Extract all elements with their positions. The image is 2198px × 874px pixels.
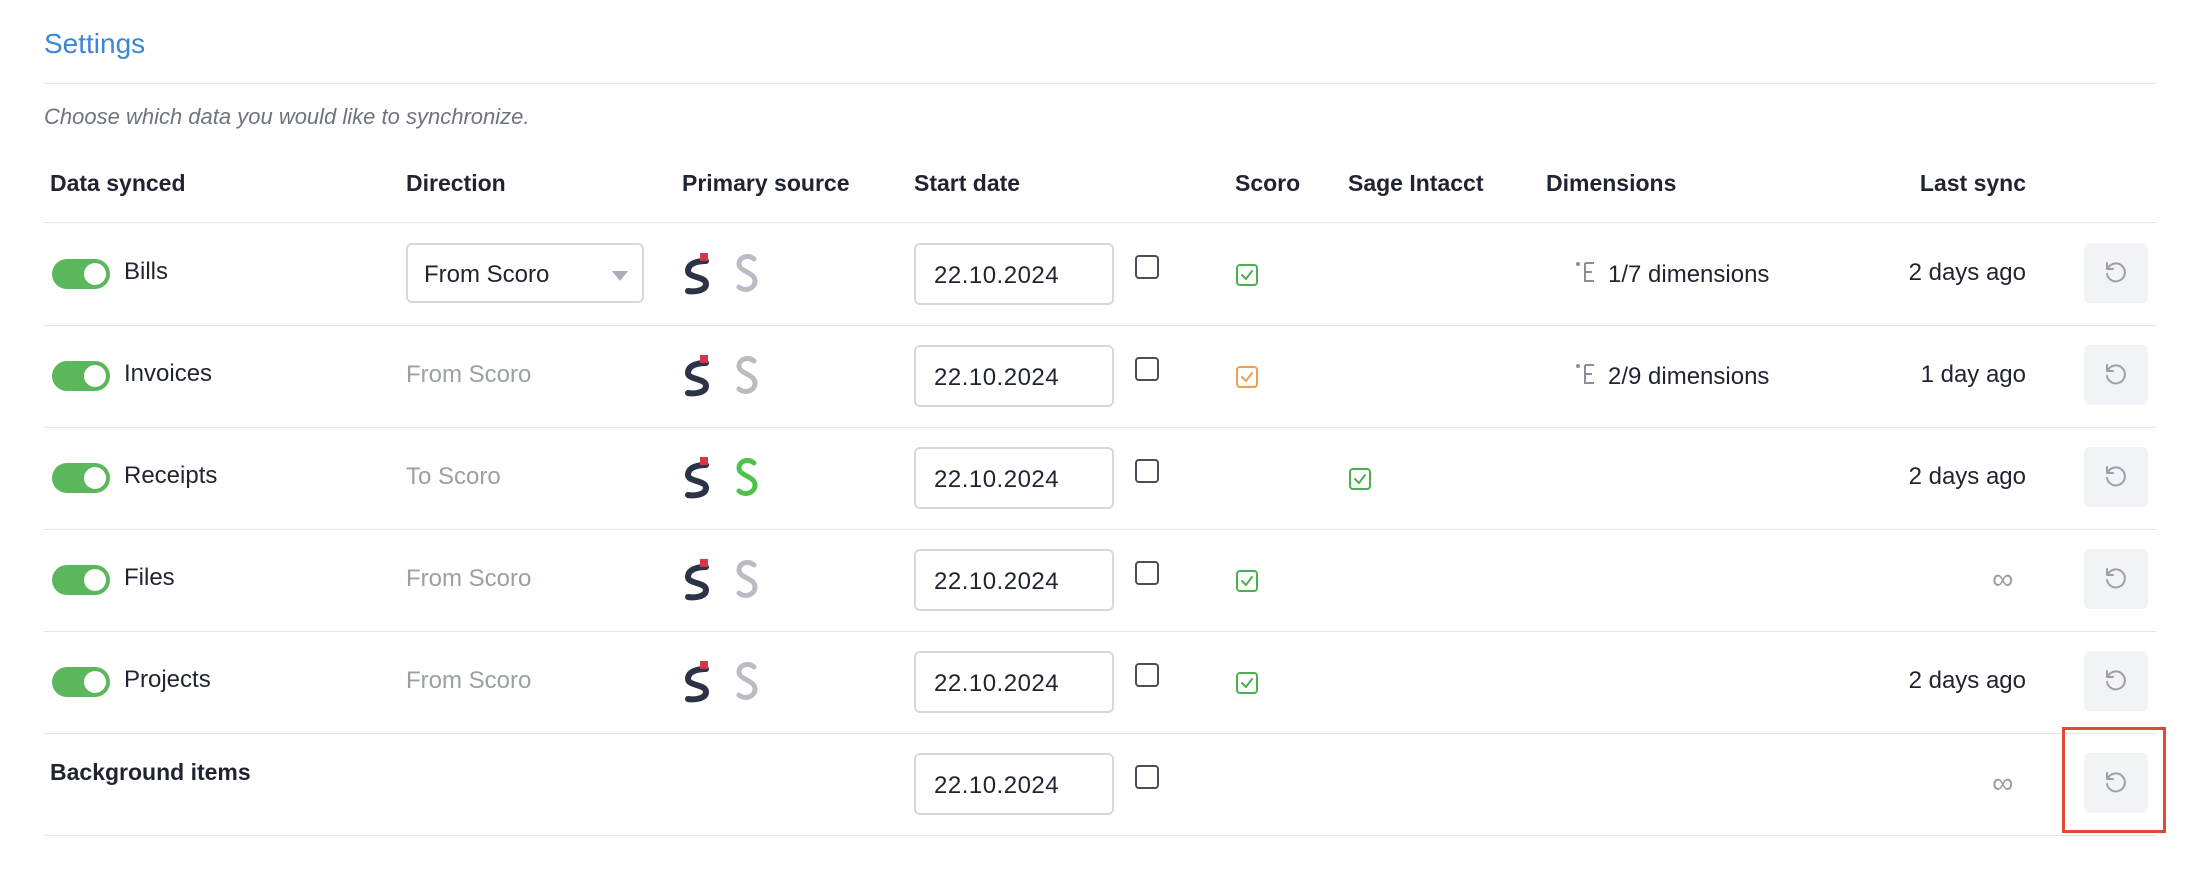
start-date-input[interactable]: 22.10.2024 — [914, 753, 1114, 815]
chevron-down-icon — [612, 271, 628, 281]
start-date-value: 22.10.2024 — [934, 670, 1060, 697]
refresh-icon — [2106, 568, 2126, 589]
start-date-input[interactable]: 22.10.2024 — [914, 345, 1114, 407]
highlight-box — [2062, 727, 2166, 833]
start-date-input[interactable]: 22.10.2024 — [914, 243, 1114, 305]
page-subtitle: Choose which data you would like to sync… — [44, 104, 530, 129]
start-date-value: 22.10.2024 — [934, 568, 1060, 595]
col-dimensions: Dimensions — [1546, 170, 1677, 196]
sync-toggle[interactable] — [52, 361, 110, 391]
sage-logo-icon[interactable] — [734, 251, 760, 295]
resync-button[interactable] — [2084, 243, 2148, 303]
scoro-logo-icon[interactable] — [682, 353, 712, 397]
table-row: Bills From Scoro 22.10.2024 1/7 dimensions 2… — [44, 223, 2156, 326]
scoro-checkbox[interactable] — [1235, 671, 1259, 695]
scoro-logo-icon[interactable] — [682, 659, 712, 703]
table-row: Files From Scoro 22.10.2024 ∞ — [44, 529, 2156, 632]
scoro-checkbox[interactable] — [1235, 365, 1259, 389]
direction-text: To Scoro — [406, 463, 501, 490]
col-direction: Direction — [406, 170, 506, 196]
direction-text: From Scoro — [406, 667, 532, 694]
refresh-icon — [2106, 466, 2126, 487]
data-type-label: Files — [124, 564, 175, 591]
start-date-checkbox[interactable] — [1135, 663, 1159, 687]
last-sync-infinity: ∞ — [1992, 563, 2014, 596]
scoro-checkbox[interactable] — [1235, 263, 1259, 287]
table-row: Receipts To Scoro 22.10.2024 2 days ago — [44, 427, 2156, 530]
last-sync-value: 2 days ago — [1908, 667, 2026, 694]
dimensions-count: 2/9 dimensions — [1608, 363, 1770, 390]
start-date-value: 22.10.2024 — [934, 772, 1060, 799]
data-type-label: Receipts — [124, 462, 218, 489]
data-type-label: Bills — [124, 258, 169, 285]
resync-button[interactable] — [2084, 447, 2148, 507]
background-items-label: Background items — [50, 759, 251, 785]
dimensions-link[interactable]: 2/9 dimensions — [1574, 361, 1769, 391]
table-row: Invoices From Scoro 22.10.2024 2/9 dimensio… — [44, 325, 2156, 428]
start-date-input[interactable]: 22.10.2024 — [914, 447, 1114, 509]
last-sync-value: 2 days ago — [1908, 463, 2026, 490]
sync-toggle[interactable] — [52, 259, 110, 289]
sage-logo-icon[interactable] — [734, 557, 760, 601]
page-title: Settings — [44, 28, 146, 59]
dimensions-icon — [1576, 262, 1594, 282]
start-date-checkbox[interactable] — [1135, 765, 1159, 789]
table-header: Data synced Direction Primary source Sta… — [44, 170, 2156, 224]
sync-toggle[interactable] — [52, 667, 110, 697]
sage-logo-icon[interactable] — [734, 353, 760, 397]
refresh-icon — [2106, 262, 2126, 283]
start-date-value: 22.10.2024 — [934, 262, 1060, 289]
start-date-checkbox[interactable] — [1135, 255, 1159, 279]
dimensions-link[interactable]: 1/7 dimensions — [1574, 259, 1769, 289]
start-date-input[interactable]: 22.10.2024 — [914, 651, 1114, 713]
direction-value: From Scoro — [424, 261, 550, 288]
start-date-checkbox[interactable] — [1135, 357, 1159, 381]
resync-button[interactable] — [2084, 345, 2148, 405]
sync-toggle[interactable] — [52, 463, 110, 493]
sage-logo-icon[interactable] — [734, 659, 760, 703]
data-type-label: Projects — [124, 666, 211, 693]
col-scoro: Scoro — [1235, 170, 1301, 196]
col-data-synced: Data synced — [50, 170, 186, 196]
direction-select[interactable]: From Scoro — [406, 243, 644, 303]
scoro-logo-icon[interactable] — [682, 455, 712, 499]
col-primary-source: Primary source — [682, 170, 850, 196]
resync-button[interactable] — [2084, 651, 2148, 711]
last-sync-value: 1 day ago — [1920, 361, 2026, 388]
sage-checkbox[interactable] — [1348, 467, 1372, 491]
start-date-input[interactable]: 22.10.2024 — [914, 549, 1114, 611]
start-date-value: 22.10.2024 — [934, 466, 1060, 493]
sync-toggle[interactable] — [52, 565, 110, 595]
sage-logo-icon[interactable] — [734, 455, 760, 499]
scoro-logo-icon[interactable] — [682, 557, 712, 601]
refresh-icon — [2106, 670, 2126, 691]
direction-text: From Scoro — [406, 565, 532, 592]
col-sage-intacct: Sage Intacct — [1348, 170, 1484, 196]
direction-text: From Scoro — [406, 361, 532, 388]
resync-button[interactable] — [2084, 549, 2148, 609]
table-row: Projects From Scoro 22.10.2024 2 days ago — [44, 631, 2156, 734]
last-sync-value: 2 days ago — [1908, 259, 2026, 286]
last-sync-infinity: ∞ — [1992, 767, 2014, 800]
title-divider — [44, 83, 2156, 84]
start-date-value: 22.10.2024 — [934, 364, 1060, 391]
dimensions-count: 1/7 dimensions — [1608, 261, 1770, 288]
data-type-label: Invoices — [124, 360, 213, 387]
scoro-checkbox[interactable] — [1235, 569, 1259, 593]
scoro-logo-icon[interactable] — [682, 251, 712, 295]
col-start-date: Start date — [914, 170, 1021, 196]
background-items-row: Background items 22.10.2024 ∞ — [44, 733, 2156, 836]
dimensions-icon — [1576, 364, 1594, 384]
col-last-sync: Last sync — [1919, 170, 2026, 196]
refresh-icon — [2106, 364, 2126, 385]
start-date-checkbox[interactable] — [1135, 561, 1159, 585]
start-date-checkbox[interactable] — [1135, 459, 1159, 483]
